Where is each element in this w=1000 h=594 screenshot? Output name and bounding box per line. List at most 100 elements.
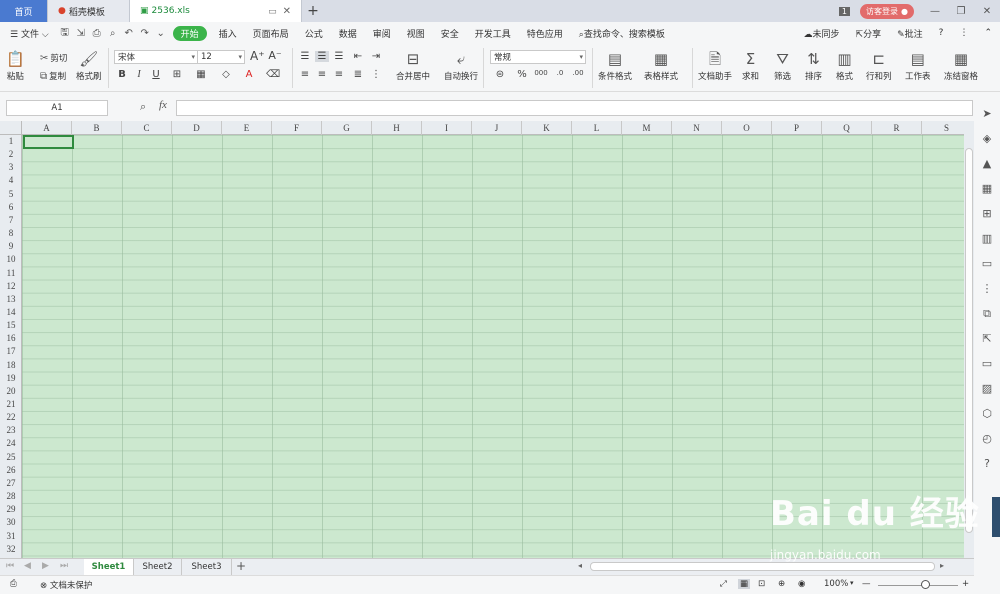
column-header-b[interactable]: B (72, 121, 122, 135)
align-middle-icon[interactable]: ☰ (315, 51, 329, 62)
page-break-view-icon[interactable]: ⊡ (758, 579, 765, 589)
cut-button[interactable]: ✂ 剪切 (40, 52, 67, 65)
fill-color-icon[interactable]: ◇ (219, 69, 233, 80)
row-header-16[interactable]: 16 (0, 332, 22, 345)
zoom-slider-track[interactable] (878, 585, 958, 586)
row-header-5[interactable]: 5 (0, 188, 22, 201)
sort-button[interactable]: ⇅ 排序 (805, 48, 822, 82)
tab-file[interactable]: ▣ 2536.xls ▭ ✕ (130, 0, 302, 22)
thousands-separator-button[interactable]: 000 (533, 69, 549, 77)
clear-format-icon[interactable]: ⌫ (266, 69, 280, 80)
align-bottom-icon[interactable]: ☰ (332, 51, 346, 62)
decrease-decimal-icon[interactable]: .00 (571, 69, 585, 77)
undo-icon[interactable]: ↶ (121, 28, 137, 39)
wrap-text-button[interactable]: ⤶ 自动换行 (444, 48, 478, 82)
rows-columns-button[interactable]: ⊏ 行和列 (866, 48, 892, 82)
column-header-l[interactable]: L (572, 121, 622, 135)
decrease-font-icon[interactable]: A⁻ (268, 49, 282, 62)
fullscreen-icon[interactable]: ⤢ (720, 579, 727, 589)
row-header-24[interactable]: 24 (0, 437, 22, 450)
close-window-button[interactable]: ✕ (974, 6, 1000, 17)
sheet-tab-2[interactable]: Sheet2 (134, 559, 182, 575)
row-header-1[interactable]: 1 (0, 135, 22, 148)
file-menu[interactable]: ☰ 文件 ⌵ (0, 27, 57, 40)
row-header-20[interactable]: 20 (0, 385, 22, 398)
borders-icon[interactable]: ⊞ (170, 69, 184, 80)
share-button[interactable]: ⇱分享 (848, 27, 890, 40)
vertical-scroll-thumb[interactable] (965, 148, 973, 533)
next-sheet-icon[interactable]: ▶ (42, 561, 49, 571)
copy-button[interactable]: ⧉ 复制 (40, 70, 66, 83)
row-header-23[interactable]: 23 (0, 424, 22, 437)
row-header-21[interactable]: 21 (0, 398, 22, 411)
row-header-17[interactable]: 17 (0, 345, 22, 358)
prev-sheet-icon[interactable]: ◀ (24, 561, 31, 571)
freeze-panes-button[interactable]: ▦ 冻结窗格 (944, 48, 978, 82)
protect-status[interactable]: ⊗ 文档未保护 (40, 579, 92, 591)
tab-home[interactable]: 首页 (0, 0, 48, 22)
column-header-r[interactable]: R (872, 121, 922, 135)
horizontal-scrollbar[interactable] (590, 562, 935, 571)
login-button[interactable]: 访客登录 ● (860, 3, 914, 19)
export-icon[interactable]: ⇲ (73, 28, 89, 39)
increase-indent-icon[interactable]: ⇥ (369, 51, 383, 62)
column-header-a[interactable]: A (22, 121, 72, 135)
zoom-dropdown-icon[interactable]: ▾ (850, 579, 854, 587)
menu-item-review[interactable]: 审阅 (365, 27, 399, 40)
row-header-15[interactable]: 15 (0, 319, 22, 332)
decrease-indent-icon[interactable]: ⇤ (351, 51, 365, 62)
zoom-out-button[interactable]: — (862, 579, 871, 589)
row-header-6[interactable]: 6 (0, 201, 22, 214)
column-header-c[interactable]: C (122, 121, 172, 135)
style-icon[interactable]: ▲ (983, 151, 991, 176)
collapse-ribbon-icon[interactable]: ⌃ (976, 28, 1000, 38)
shield-icon[interactable]: ⬡ (982, 401, 992, 426)
more-menu-icon[interactable]: ⋮ (951, 28, 976, 38)
row-header-31[interactable]: 31 (0, 530, 22, 543)
table-style-button[interactable]: ▦ 表格样式 (644, 48, 678, 82)
row-header-10[interactable]: 10 (0, 253, 22, 266)
save-icon[interactable]: 🖫 (57, 25, 73, 42)
row-header-9[interactable]: 9 (0, 240, 22, 253)
currency-icon[interactable]: ⊜ (493, 69, 507, 80)
worksheet-button[interactable]: ▤ 工作表 (905, 48, 931, 82)
row-header-29[interactable]: 29 (0, 503, 22, 516)
insert-function-button[interactable]: fx (159, 99, 167, 111)
sheet-tab-1[interactable]: Sheet1 (84, 559, 134, 575)
conditional-format-button[interactable]: ▤ 条件格式 (598, 48, 632, 82)
print-icon[interactable]: ⎙ (89, 28, 105, 39)
column-header-g[interactable]: G (322, 121, 372, 135)
row-header-8[interactable]: 8 (0, 227, 22, 240)
zoom-slider-handle[interactable] (921, 580, 930, 589)
menu-item-features[interactable]: 特色应用 (519, 27, 571, 40)
reading-mode-icon[interactable]: ⊕ (778, 579, 785, 589)
column-header-q[interactable]: Q (822, 121, 872, 135)
sheet-tab-3[interactable]: Sheet3 (182, 559, 232, 575)
close-tab-button[interactable]: ✕ (283, 6, 291, 17)
row-header-7[interactable]: 7 (0, 214, 22, 227)
column-header-p[interactable]: P (772, 121, 822, 135)
menu-item-data[interactable]: 数据 (331, 27, 365, 40)
tab-template[interactable]: ● 稻壳模板 (48, 0, 130, 22)
row-header-25[interactable]: 25 (0, 451, 22, 464)
row-header-2[interactable]: 2 (0, 148, 22, 161)
italic-button[interactable]: I (132, 69, 146, 80)
name-box[interactable]: A1 (6, 100, 108, 116)
shapes-icon[interactable]: ◈ (983, 126, 991, 151)
align-center-icon[interactable]: ≡ (315, 69, 329, 80)
column-header-j[interactable]: J (472, 121, 522, 135)
scroll-right-icon[interactable]: ▸ (940, 561, 944, 570)
align-top-icon[interactable]: ☰ (298, 51, 312, 62)
column-header-o[interactable]: O (722, 121, 772, 135)
add-sheet-button[interactable]: + (236, 559, 246, 573)
row-header-13[interactable]: 13 (0, 293, 22, 306)
zoom-in-button[interactable]: + (962, 579, 969, 589)
row-header-28[interactable]: 28 (0, 490, 22, 503)
column-header-d[interactable]: D (172, 121, 222, 135)
cell-style-icon[interactable]: ▦ (194, 69, 208, 80)
zoom-level[interactable]: 100% (824, 579, 848, 589)
doc-assistant-button[interactable]: 🗎 文档助手 (698, 48, 732, 82)
font-size-select[interactable]: 12 ▾ (197, 50, 245, 64)
row-header-27[interactable]: 27 (0, 477, 22, 490)
zoom-lookup-icon[interactable]: ⌕ (140, 100, 146, 114)
